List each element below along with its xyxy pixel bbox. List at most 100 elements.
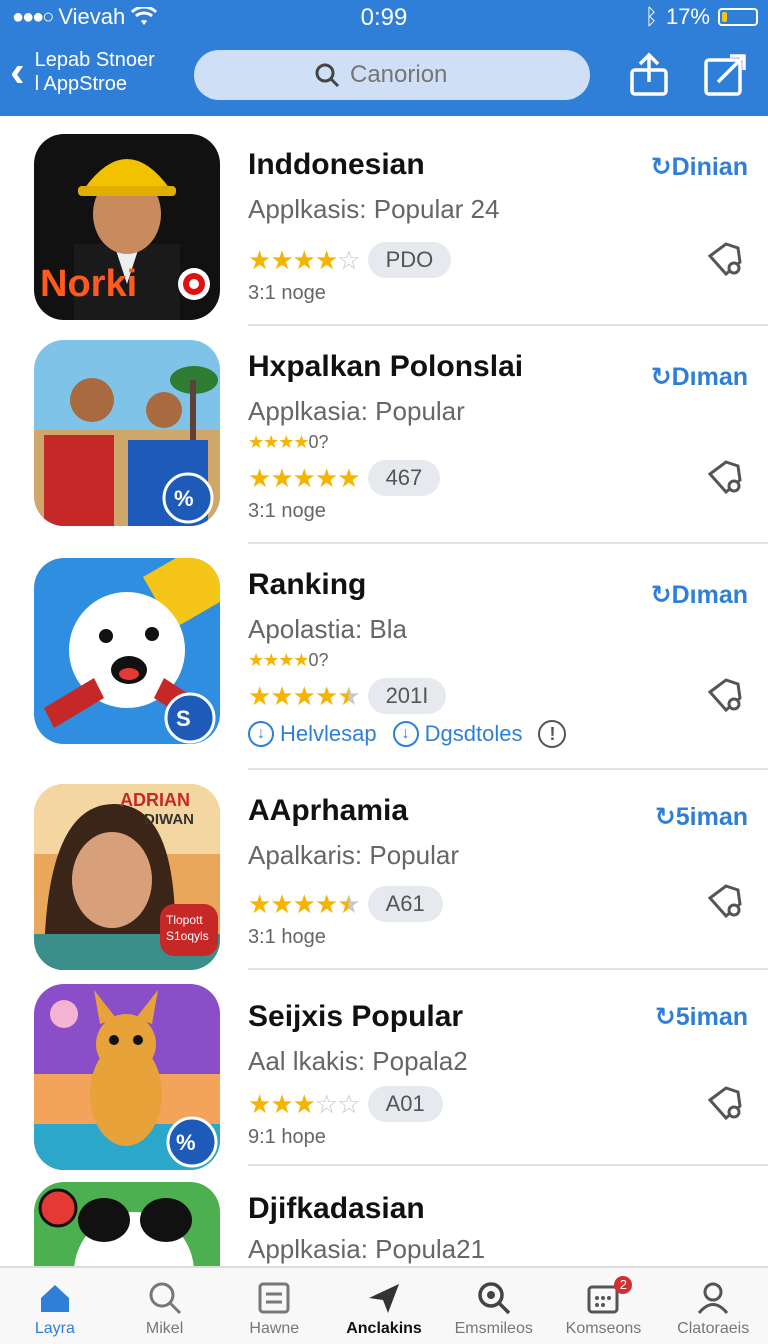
refresh-icon: ↻ (654, 1003, 676, 1031)
star-rating: ★★★★★ (248, 680, 361, 712)
tab-clatoraeis[interactable]: Clatoraeis (658, 1268, 768, 1344)
star-full-icon: ★ (292, 244, 316, 275)
app6-artwork (34, 1182, 220, 1266)
chevron-left-icon: ‹ (10, 47, 25, 96)
link-helvlesap[interactable]: ↓ Helvlesap (248, 721, 377, 747)
app-list: Norki Inddonesian Applkasis: Popular 24 … (0, 116, 768, 1266)
star-empty-icon: ☆ (337, 1088, 360, 1119)
tab-layra[interactable]: Layra (0, 1268, 110, 1344)
star-half-icon: ★ (337, 680, 360, 711)
app-links: ↓ Helvlesap ↓ Dgsdtoles ! (248, 720, 567, 748)
small-rating: ★★★★0? (248, 650, 329, 670)
refresh-icon: ↻ (650, 363, 672, 391)
tab-label: Anclakins (346, 1320, 422, 1337)
star-full-icon: ★ (292, 888, 316, 919)
app-subtitle: Apolastia: Bla (248, 614, 407, 644)
app-thumbnail[interactable]: ADRIAN DIWAN Tlopott S1oqyls (34, 784, 220, 970)
app-thumbnail[interactable]: S (34, 558, 220, 744)
status-bar: ●●●○ Vievah 0:99 ᛒ 17% (0, 0, 768, 36)
list-item[interactable]: % Hxpalkan Polonslai Applkasia: Popular … (0, 326, 768, 544)
zoom-icon (477, 1282, 510, 1315)
tab-anclakins[interactable]: Anclakins (329, 1268, 439, 1344)
get-button[interactable]: ↻Dıman (651, 362, 748, 392)
get-button[interactable]: ↻5iman (655, 802, 748, 832)
search-icon (315, 63, 340, 88)
tab-label: Hawne (249, 1320, 300, 1337)
star-full-icon: ★ (248, 888, 271, 919)
battery-icon (718, 8, 758, 26)
app-name: Djifkadasian (248, 1192, 425, 1225)
tag-icon[interactable] (706, 882, 744, 920)
back-label-line1: Lepab Stnoer (34, 49, 155, 71)
app3-artwork: S (34, 558, 220, 744)
app4-tag-text-1: Tlopott (166, 913, 203, 927)
star-rating: ★★★★★ (248, 462, 361, 494)
app-subtitle: Applkasia: Popula21 (248, 1234, 486, 1264)
app-thumbnail[interactable] (34, 1182, 220, 1266)
star-empty-icon: ☆ (314, 1088, 338, 1119)
app5-artwork: % (34, 984, 220, 1170)
search-input[interactable] (350, 61, 470, 89)
star-full-icon: ★ (270, 244, 293, 275)
tab-label: Layra (34, 1320, 75, 1337)
get-button[interactable]: ↻5iman (655, 1002, 748, 1032)
star-full-icon: ★ (248, 244, 271, 275)
share-icon[interactable] (626, 52, 672, 98)
back-button[interactable]: ‹ Lepab Stnoer l AppStroe (10, 48, 155, 96)
app-thumbnail[interactable]: % (34, 340, 220, 526)
app1-artwork: Norki (34, 134, 220, 320)
refresh-icon: ↻ (650, 153, 672, 181)
small-rating: ★★★★0? (248, 432, 329, 452)
app-thumbnail[interactable]: % (34, 984, 220, 1170)
list-item[interactable]: Norki Inddonesian Applkasis: Popular 24 … (0, 116, 768, 326)
tag-icon[interactable] (706, 458, 744, 496)
tab-label: Mikel (145, 1320, 184, 1337)
rating-count-pill: PDO (367, 242, 452, 278)
app-meta: 3:1 noge (248, 500, 326, 522)
list-item[interactable]: S Ranking Apolastia: Bla ★★★★0? ↻Dıman ★… (0, 544, 768, 770)
rating-row: ★★★☆☆ A01 (248, 1086, 443, 1122)
star-full-icon: ★ (248, 680, 271, 711)
tab-emsmileos[interactable]: Emsmileos (439, 1268, 549, 1344)
star-half-icon: ★ (337, 888, 360, 919)
app-name: Inddonesian (248, 148, 425, 181)
app4-artwork: ADRIAN DIWAN Tlopott S1oqyls (34, 784, 220, 970)
tab-mikel[interactable]: Mikel (110, 1268, 220, 1344)
list-item[interactable]: % Seijxis Popular Aal lkakis: Popala2 ↻5… (0, 970, 768, 1170)
app4-tag-text-2: S1oqyls (166, 929, 209, 943)
app-name: Seijxis Popular (248, 1000, 464, 1033)
svg-text:%: % (174, 486, 194, 511)
app-name: Ranking (248, 568, 367, 601)
rating-row: ★★★★☆ PDO (248, 242, 452, 278)
battery-percent: 17% (665, 4, 710, 29)
app-meta: 3:1 hoge (248, 926, 326, 948)
home-icon (40, 1285, 69, 1312)
document-icon (258, 1282, 290, 1314)
refresh-icon: ↻ (650, 581, 672, 609)
rating-count-pill: A61 (367, 886, 443, 922)
star-rating: ★★★★☆ (248, 244, 361, 276)
tag-icon[interactable] (706, 1084, 744, 1122)
link-dgsdtoles[interactable]: ↓ Dgsdtoles (392, 721, 522, 747)
star-full-icon: ★ (292, 462, 316, 493)
list-item[interactable]: ADRIAN DIWAN Tlopott S1oqyls AAprhamia A… (0, 770, 768, 970)
app-meta: 3:1 noge (248, 282, 326, 304)
tab-komseons[interactable]: 2 Komseons (549, 1268, 659, 1344)
compose-icon[interactable] (702, 52, 748, 98)
app-thumbnail[interactable]: Norki (34, 134, 220, 320)
svg-text:%: % (176, 1130, 196, 1155)
search-bar[interactable] (194, 50, 590, 100)
get-button[interactable]: ↻Dinian (651, 152, 748, 182)
star-full-icon: ★ (292, 680, 316, 711)
tab-hawne[interactable]: Hawne (219, 1268, 329, 1344)
info-icon[interactable]: ! (538, 720, 567, 748)
list-item[interactable]: Djifkadasian Applkasia: Popula21 (0, 1166, 768, 1266)
get-button[interactable]: ↻Dıman (651, 580, 748, 610)
send-icon (369, 1284, 400, 1313)
rating-row: ★★★★★ 467 (248, 460, 441, 496)
tag-icon[interactable] (706, 240, 744, 278)
tag-icon[interactable] (706, 676, 744, 714)
star-full-icon: ★ (314, 888, 338, 919)
small-star-icon: ★★★★ (248, 432, 310, 452)
notification-badge: 2 (614, 1276, 633, 1294)
